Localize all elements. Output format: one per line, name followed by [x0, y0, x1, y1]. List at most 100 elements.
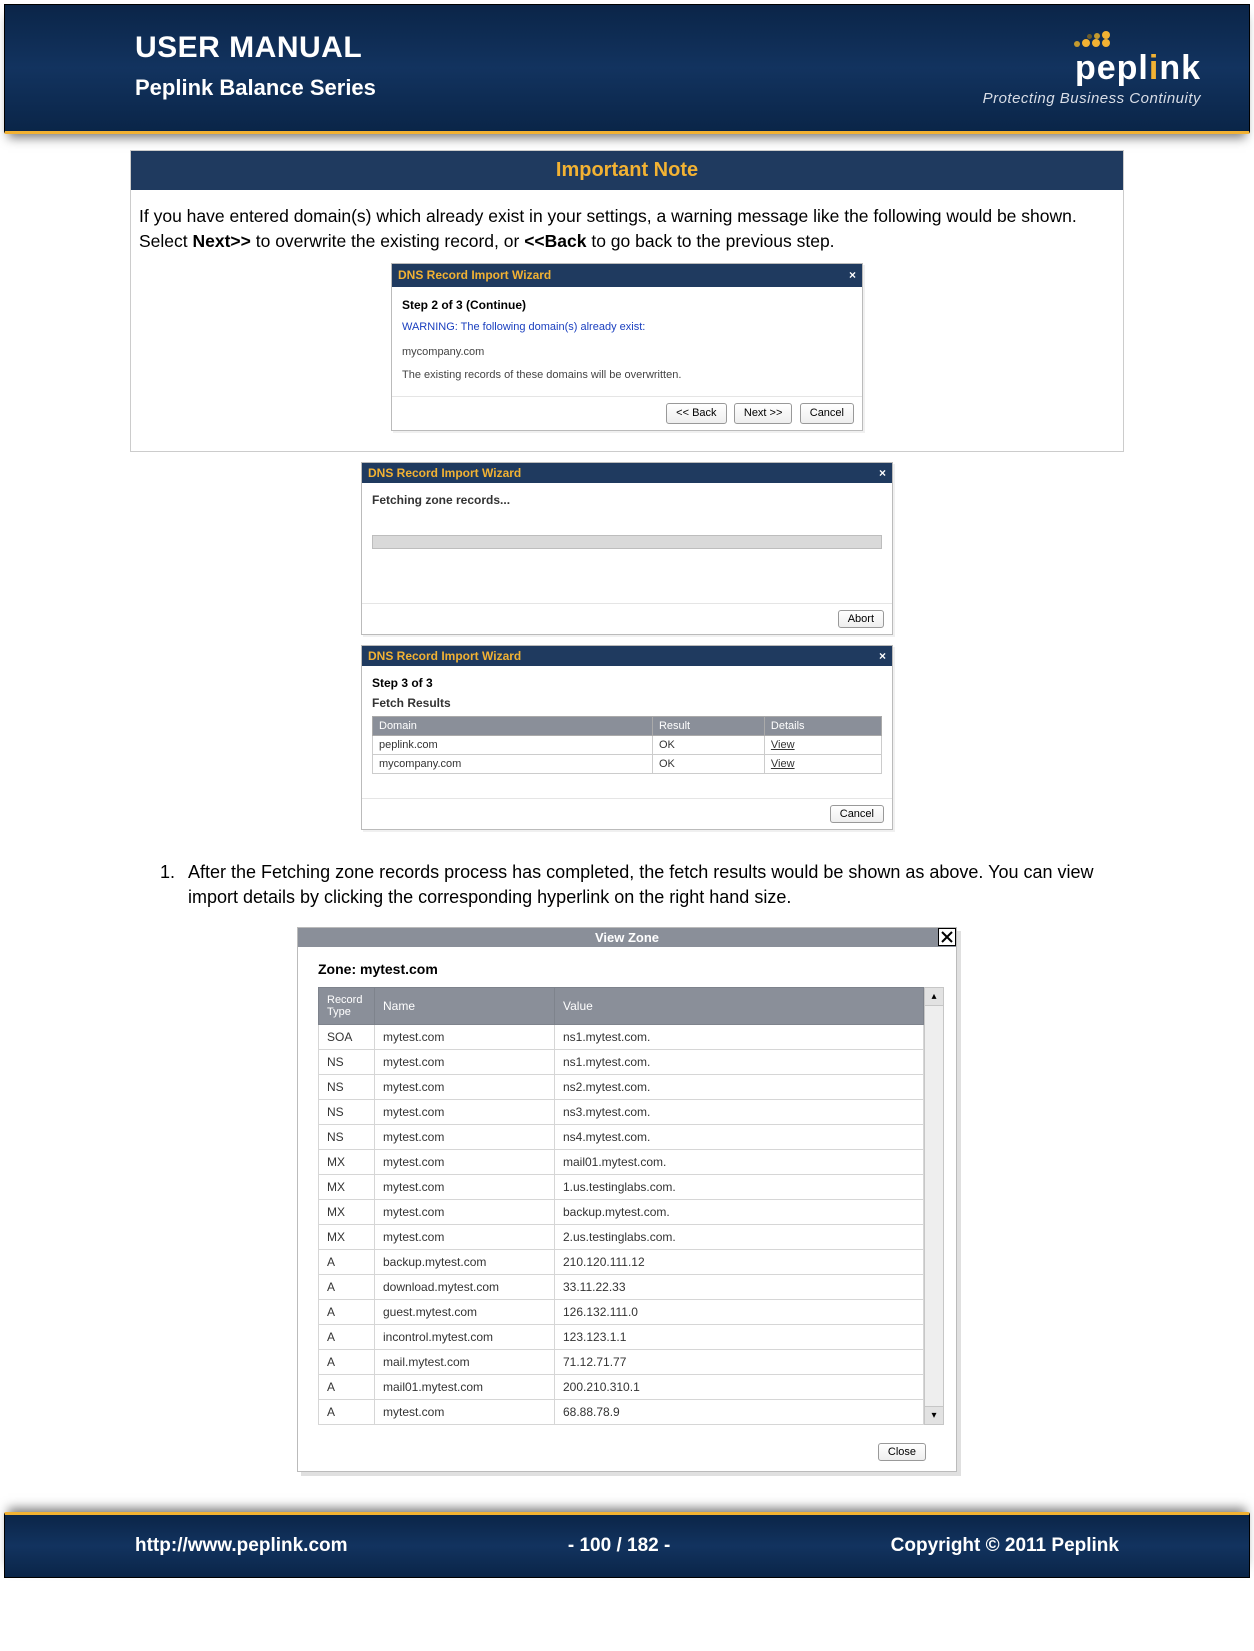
important-note-body: If you have entered domain(s) which alre… — [131, 190, 1123, 451]
cell: mytest.com — [375, 1024, 555, 1049]
col-details: Details — [764, 717, 881, 736]
cell: NS — [319, 1074, 375, 1099]
table-row: NSmytest.comns3.mytest.com. — [319, 1099, 924, 1124]
cell: guest.mytest.com — [375, 1299, 555, 1324]
cell: mytest.com — [375, 1174, 555, 1199]
brand-name: peplink — [983, 49, 1201, 88]
table-row: NSmytest.comns4.mytest.com. — [319, 1124, 924, 1149]
cell: ns1.mytest.com. — [555, 1049, 924, 1074]
scrollbar[interactable]: ▴ ▾ — [924, 987, 944, 1425]
table-row: NSmytest.comns2.mytest.com. — [319, 1074, 924, 1099]
close-button[interactable]: Close — [878, 1443, 926, 1461]
cell: MX — [319, 1149, 375, 1174]
table-row: peplink.com OK View — [373, 736, 882, 755]
list-item: After the Fetching zone records process … — [180, 860, 1124, 910]
table-row: MXmytest.commail01.mytest.com. — [319, 1149, 924, 1174]
col-value: Value — [555, 987, 924, 1024]
wizard-step2-panel: DNS Record Import Wizard × Step 2 of 3 (… — [391, 263, 863, 431]
back-button[interactable]: << Back — [666, 403, 726, 424]
close-icon[interactable]: × — [849, 267, 856, 284]
note-bold-next: Next>> — [193, 231, 251, 251]
table-row: mycompany.com OK View — [373, 755, 882, 774]
view-zone-panel: View Zone Zone: mytest.com Record Type N… — [297, 927, 957, 1472]
cell: A — [319, 1274, 375, 1299]
view-link[interactable]: View — [764, 755, 881, 774]
abort-button[interactable]: Abort — [838, 610, 884, 628]
cell: mail01.mytest.com. — [555, 1149, 924, 1174]
view-link[interactable]: View — [764, 736, 881, 755]
cancel-button[interactable]: Cancel — [800, 403, 854, 424]
cell: MX — [319, 1174, 375, 1199]
cell-result: OK — [652, 755, 764, 774]
cell: A — [319, 1349, 375, 1374]
cell: backup.mytest.com — [375, 1249, 555, 1274]
page-footer: http://www.peplink.com - 100 / 182 - Cop… — [4, 1512, 1250, 1578]
cell: mytest.com — [375, 1099, 555, 1124]
wizard-domain: mycompany.com — [402, 345, 852, 360]
close-icon[interactable] — [938, 928, 956, 946]
table-row: Aguest.mytest.com126.132.111.0 — [319, 1299, 924, 1324]
cell: mail01.mytest.com — [375, 1374, 555, 1399]
brand-logo: peplink Protecting Business Continuity — [983, 31, 1201, 107]
cell: 71.12.71.77 — [555, 1349, 924, 1374]
cell: 2.us.testinglabs.com. — [555, 1224, 924, 1249]
cell: 68.88.78.9 — [555, 1399, 924, 1424]
logo-dots-icon — [983, 31, 1111, 47]
cell: mytest.com — [375, 1149, 555, 1174]
footer-page: - 100 / 182 - — [568, 1535, 670, 1557]
cell: mytest.com — [375, 1124, 555, 1149]
cell: MX — [319, 1199, 375, 1224]
cell: SOA — [319, 1024, 375, 1049]
cell: 33.11.22.33 — [555, 1274, 924, 1299]
cell: ns2.mytest.com. — [555, 1074, 924, 1099]
important-note-box: Important Note If you have entered domai… — [130, 150, 1124, 452]
zone-label: Zone: mytest.com — [318, 961, 944, 977]
manual-title: USER MANUAL — [135, 31, 376, 65]
close-icon[interactable]: × — [879, 649, 886, 663]
close-icon[interactable]: × — [879, 466, 886, 480]
scroll-up-icon[interactable]: ▴ — [925, 988, 943, 1006]
wizard-title: DNS Record Import Wizard — [368, 649, 521, 663]
table-row: Amail01.mytest.com200.210.310.1 — [319, 1374, 924, 1399]
wizard-warning: WARNING: The following domain(s) already… — [402, 320, 852, 335]
cell: mytest.com — [375, 1199, 555, 1224]
col-result: Result — [652, 717, 764, 736]
table-row: Aincontrol.mytest.com123.123.1.1 — [319, 1324, 924, 1349]
next-button[interactable]: Next >> — [734, 403, 793, 424]
wizard-fetching-panel: DNS Record Import Wizard × Fetching zone… — [361, 462, 893, 635]
cell: MX — [319, 1224, 375, 1249]
cell: 210.120.111.12 — [555, 1249, 924, 1274]
cell: mail.mytest.com — [375, 1349, 555, 1374]
table-row: Amytest.com68.88.78.9 — [319, 1399, 924, 1424]
wizard-title: DNS Record Import Wizard — [368, 466, 521, 480]
cell: NS — [319, 1124, 375, 1149]
cell: download.mytest.com — [375, 1274, 555, 1299]
cell: A — [319, 1374, 375, 1399]
cell: ns3.mytest.com. — [555, 1099, 924, 1124]
wizard-overwrite-msg: The existing records of these domains wi… — [402, 368, 852, 383]
cell: 126.132.111.0 — [555, 1299, 924, 1324]
fetching-label: Fetching zone records... — [372, 493, 882, 507]
note-bold-back: <<Back — [524, 231, 586, 251]
page-header: USER MANUAL Peplink Balance Series pepli… — [4, 4, 1250, 134]
scroll-down-icon[interactable]: ▾ — [925, 1406, 943, 1424]
cell: 123.123.1.1 — [555, 1324, 924, 1349]
cell: ns1.mytest.com. — [555, 1024, 924, 1049]
cell: NS — [319, 1049, 375, 1074]
table-row: MXmytest.com1.us.testinglabs.com. — [319, 1174, 924, 1199]
wizard-title: DNS Record Import Wizard — [398, 267, 551, 284]
cancel-button[interactable]: Cancel — [830, 805, 884, 823]
progress-bar — [372, 535, 882, 549]
col-name: Name — [375, 987, 555, 1024]
note-text: to go back to the previous step. — [586, 231, 834, 251]
cell: A — [319, 1324, 375, 1349]
cell-result: OK — [652, 736, 764, 755]
cell: backup.mytest.com. — [555, 1199, 924, 1224]
zone-records-table: Record Type Name Value SOAmytest.comns1.… — [318, 987, 924, 1425]
fetch-results-table: Domain Result Details peplink.com OK Vie… — [372, 716, 882, 774]
cell: incontrol.mytest.com — [375, 1324, 555, 1349]
table-row: MXmytest.com2.us.testinglabs.com. — [319, 1224, 924, 1249]
footer-copyright: Copyright © 2011 Peplink — [891, 1535, 1119, 1557]
cell: mytest.com — [375, 1049, 555, 1074]
instruction-list: After the Fetching zone records process … — [130, 840, 1124, 926]
